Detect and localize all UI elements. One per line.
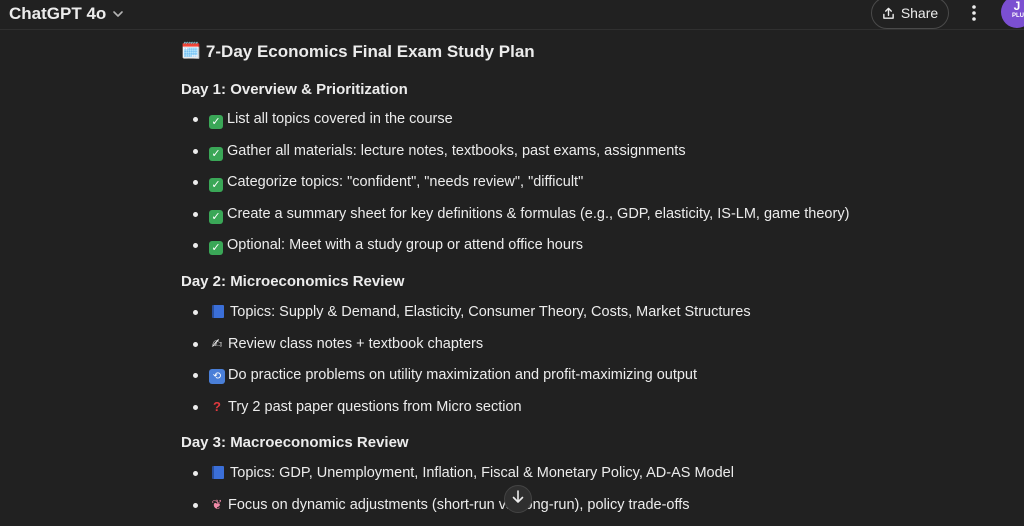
check-mark-icon: ✓ — [209, 147, 223, 161]
share-button[interactable]: Share — [871, 0, 949, 29]
list-item: ✓ Optional: Meet with a study group or at… — [181, 235, 849, 267]
list-item-text: Categorize topics: "confident", "needs r… — [227, 174, 583, 190]
chevron-down-icon — [112, 8, 124, 20]
share-label: Share — [901, 5, 938, 21]
list-item: ✍Review class notes + textbook chapters — [181, 334, 751, 366]
list-item-text: Focus on dynamic adjustments (short-run … — [228, 497, 690, 513]
check-mark-icon: ✓ — [209, 178, 223, 192]
list-item: ✓ Create a summary sheet for key definiti… — [181, 204, 849, 236]
question-mark-icon: ? — [209, 397, 225, 417]
book-icon — [212, 305, 224, 318]
brain-icon: ❦ — [209, 495, 225, 515]
list-item-text: Try 2 past paper questions from Micro se… — [228, 399, 522, 415]
list-item-text: Review class notes + textbook chapters — [228, 336, 483, 352]
list-item: ✓ Categorize topics: "confident", "needs … — [181, 172, 849, 204]
list-item-text: List all topics covered in the course — [227, 111, 453, 127]
list-item-text: Optional: Meet with a study group or att… — [227, 237, 583, 253]
share-icon — [882, 7, 895, 20]
avatar-badge: PLU — [1012, 13, 1024, 19]
writing-hand-icon: ✍ — [209, 334, 225, 354]
model-selector[interactable]: ChatGPT 4o — [9, 4, 124, 24]
list-item-text: Topics: GDP, Unemployment, Inflation, Fi… — [230, 465, 734, 481]
list-item-text: Create a summary sheet for key definitio… — [227, 206, 849, 222]
check-mark-icon: ✓ — [209, 115, 223, 129]
day-heading: Day 2: Microeconomics Review — [181, 272, 404, 292]
scroll-to-bottom-button[interactable] — [504, 485, 532, 513]
page-title: 🗓️ 7-Day Economics Final Exam Study Plan — [181, 40, 981, 64]
calendar-icon: 🗓️ — [181, 40, 201, 64]
list-item: ❦Focus on dynamic adjustments (short-run… — [181, 495, 734, 526]
day-heading: Day 3: Macroeconomics Review — [181, 433, 409, 453]
day-3-list: Topics: GDP, Unemployment, Inflation, Fi… — [181, 463, 734, 526]
model-label: ChatGPT 4o — [9, 4, 106, 24]
day-1-list: ✓ List all topics covered in the course ✓… — [181, 109, 849, 267]
arrow-down-icon — [512, 490, 524, 509]
list-item: ✓ Gather all materials: lecture notes, te… — [181, 141, 849, 173]
check-mark-icon: ✓ — [209, 210, 223, 224]
check-mark-icon: ✓ — [209, 241, 223, 255]
top-bar: ChatGPT 4o Share J PLU — [0, 0, 1024, 30]
list-item: Topics: GDP, Unemployment, Inflation, Fi… — [181, 463, 734, 495]
day-2-list: Topics: Supply & Demand, Elasticity, Con… — [181, 302, 751, 428]
book-icon — [212, 466, 224, 479]
more-options-icon[interactable] — [963, 2, 985, 24]
list-item-text: Gather all materials: lecture notes, tex… — [227, 143, 686, 159]
avatar[interactable]: J PLU — [1001, 0, 1024, 28]
day-heading: Day 1: Overview & Prioritization — [181, 80, 408, 100]
list-item: Topics: Supply & Demand, Elasticity, Con… — [181, 302, 751, 334]
message-content: 🗓️ 7-Day Economics Final Exam Study Plan… — [181, 40, 981, 64]
page-title-text: 7-Day Economics Final Exam Study Plan — [206, 40, 535, 64]
list-item-text: Topics: Supply & Demand, Elasticity, Con… — [230, 304, 751, 320]
list-item: ✓ List all topics covered in the course — [181, 109, 849, 141]
list-item: ?Try 2 past paper questions from Micro s… — [181, 397, 751, 429]
repeat-icon: ⟲ — [209, 369, 225, 384]
avatar-initial: J — [1014, 0, 1021, 13]
list-item-text: Do practice problems on utility maximiza… — [228, 367, 697, 383]
list-item: ⟲Do practice problems on utility maximiz… — [181, 365, 751, 397]
